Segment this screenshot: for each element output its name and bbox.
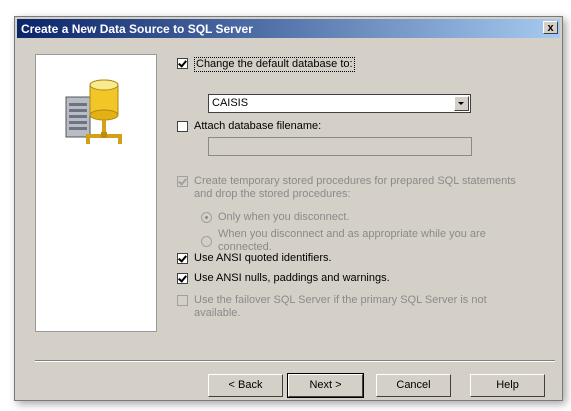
ansi-quoted-checkbox[interactable] [177, 253, 188, 264]
temp-procs-label: Create temporary stored procedures for p… [194, 175, 516, 201]
radio-only-disconnect[interactable] [201, 212, 212, 223]
temp-procs-label-line1: Create temporary stored procedures for p… [194, 175, 516, 187]
close-button[interactable]: x [543, 21, 558, 34]
next-button[interactable]: Next > [287, 373, 364, 398]
icon-panel [35, 54, 157, 332]
failover-label: Use the failover SQL Server if the prima… [194, 294, 487, 320]
help-button[interactable]: Help [470, 374, 545, 397]
ansi-quoted-option[interactable]: Use ANSI quoted identifiers. [177, 252, 332, 265]
temp-procs-option[interactable]: Create temporary stored procedures for p… [177, 175, 516, 201]
change-default-db-checkbox[interactable] [177, 58, 188, 69]
radio-disconnect-appropriate-line1: When you disconnect and as appropriate w… [218, 228, 486, 240]
back-button[interactable]: < Back [208, 374, 283, 397]
dialog-window: Create a New Data Source to SQL Server x [14, 16, 563, 401]
database-server-icon [64, 77, 128, 149]
ansi-nulls-label: Use ANSI nulls, paddings and warnings. [194, 272, 390, 284]
radio-only-disconnect-label: Only when you disconnect. [218, 211, 350, 223]
database-select[interactable]: CAISIS [208, 94, 471, 113]
ansi-nulls-checkbox[interactable] [177, 273, 188, 284]
footer-divider [35, 360, 555, 362]
database-select-value: CAISIS [212, 97, 249, 109]
ansi-quoted-label: Use ANSI quoted identifiers. [194, 252, 332, 264]
radio-disconnect-appropriate-option[interactable]: When you disconnect and as appropriate w… [201, 228, 486, 254]
title-bar[interactable]: Create a New Data Source to SQL Server x [17, 19, 560, 38]
failover-label-line2: available. [194, 307, 241, 319]
failover-checkbox[interactable] [177, 295, 188, 306]
radio-disconnect-appropriate-label: When you disconnect and as appropriate w… [218, 228, 486, 254]
change-default-db-option[interactable]: Change the default database to: [177, 57, 355, 72]
temp-procs-checkbox[interactable] [177, 176, 188, 187]
failover-label-line1: Use the failover SQL Server if the prima… [194, 294, 487, 306]
radio-disconnect-appropriate[interactable] [201, 236, 212, 247]
chevron-down-icon[interactable] [454, 96, 469, 111]
dialog-title: Create a New Data Source to SQL Server [21, 21, 253, 36]
attach-db-label: Attach database filename: [194, 120, 322, 132]
attach-db-filename-field[interactable] [208, 137, 472, 156]
change-default-db-label: Change the default database to: [194, 57, 355, 72]
ansi-nulls-option[interactable]: Use ANSI nulls, paddings and warnings. [177, 272, 390, 285]
temp-procs-label-line2: and drop the stored procedures: [194, 188, 351, 200]
failover-option[interactable]: Use the failover SQL Server if the prima… [177, 294, 487, 320]
radio-only-disconnect-option[interactable]: Only when you disconnect. [201, 211, 349, 224]
attach-db-option[interactable]: Attach database filename: [177, 120, 321, 133]
attach-db-checkbox[interactable] [177, 121, 188, 132]
cancel-button[interactable]: Cancel [376, 374, 451, 397]
